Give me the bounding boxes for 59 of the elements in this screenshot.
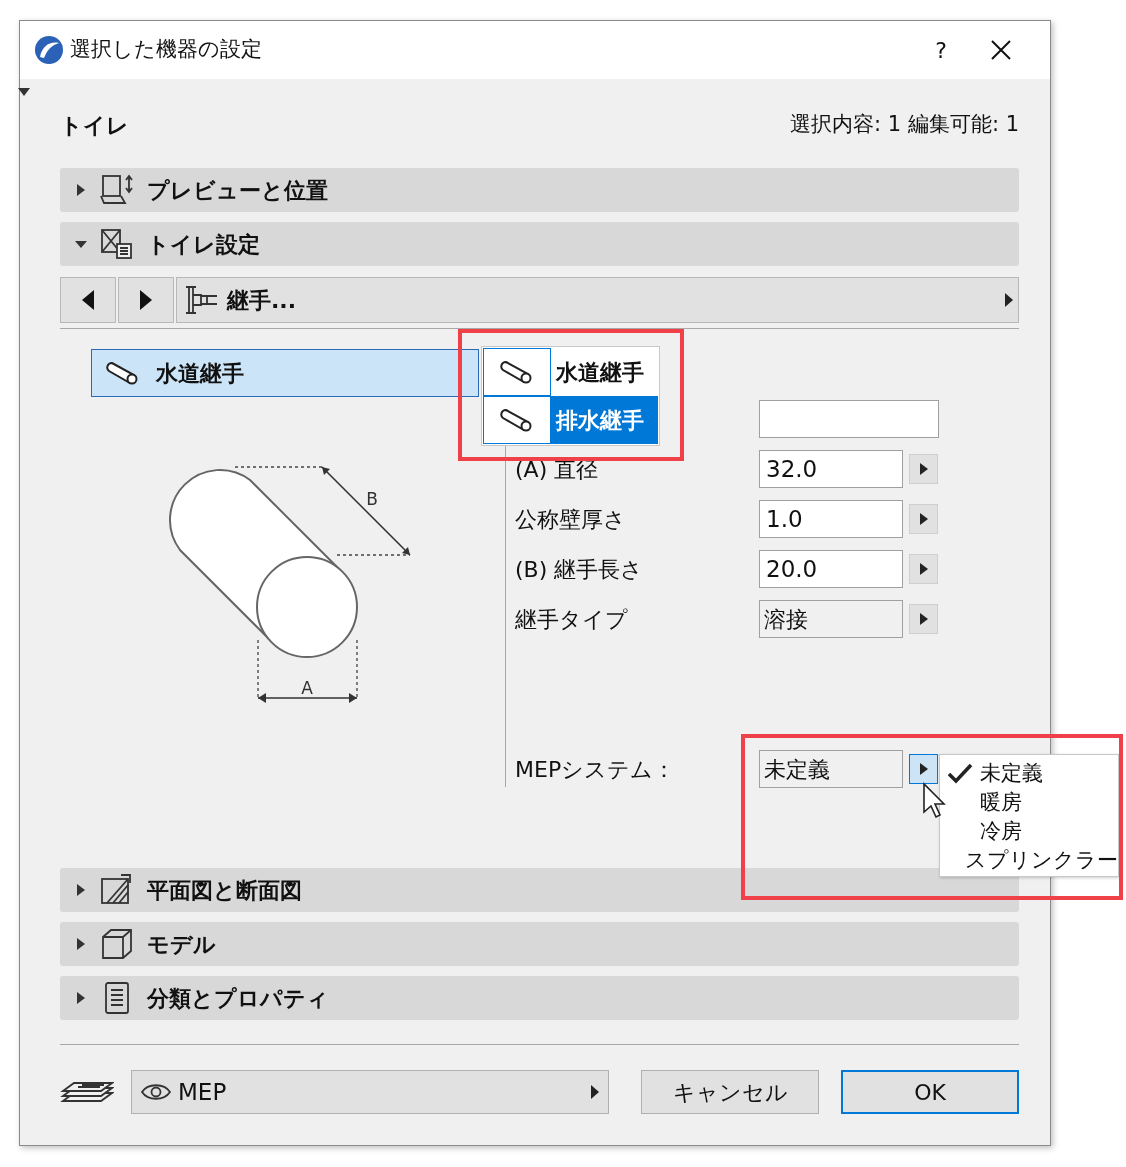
arrow-right-icon (918, 612, 929, 626)
parameter-field[interactable]: 20.0 (759, 550, 903, 588)
arrow-right-icon (590, 1084, 600, 1100)
eye-icon (140, 1082, 172, 1102)
parameter-label: 継手タイプ (515, 605, 629, 634)
help-button[interactable]: ? (916, 33, 966, 67)
collapse-arrow-icon[interactable] (18, 88, 30, 97)
previous-button[interactable] (60, 277, 116, 323)
section-header[interactable]: モデル (60, 922, 1019, 966)
next-button[interactable] (118, 277, 174, 323)
joint-type-selector[interactable]: 水道継手 (91, 349, 479, 397)
parameter-label: MEPシステム： (515, 755, 677, 784)
parameter-label: (B) 継手長さ (515, 555, 645, 584)
cube-icon (99, 927, 135, 961)
selection-info: 選択内容: 1 編集可能: 1 (790, 111, 1019, 139)
section-title: 分類とプロパティ (147, 984, 329, 1013)
menu-item[interactable]: 未定義 (940, 758, 1118, 787)
arrow-right-icon (1004, 292, 1014, 308)
mep-system-dropdown[interactable]: 未定義 (759, 750, 903, 788)
menu-item[interactable]: 暖房 (940, 787, 1118, 816)
cancel-button[interactable]: キャンセル (641, 1070, 819, 1114)
arrow-right-icon (918, 462, 929, 476)
arrow-left-icon (81, 289, 95, 311)
expand-arrow-icon[interactable] (75, 883, 87, 897)
pipe-icon (500, 407, 534, 433)
dimension-label: A (301, 678, 313, 698)
pipe-icon (500, 359, 534, 385)
menu-arrow-button[interactable] (909, 754, 938, 784)
section-header[interactable]: プレビューと位置 (60, 168, 1019, 212)
expand-arrow-icon[interactable] (75, 991, 87, 1005)
parameter-field[interactable]: 32.0 (759, 450, 903, 488)
layer-selector[interactable]: MEP (131, 1070, 609, 1114)
page-selector[interactable]: 継手... (176, 277, 1019, 323)
element-name: トイレ (60, 111, 129, 140)
section-title: プレビューと位置 (147, 176, 328, 205)
section-title: モデル (147, 930, 216, 959)
parameter-label: 公称壁厚さ (515, 505, 627, 534)
close-icon (990, 39, 1012, 61)
section-title: トイレ設定 (147, 230, 260, 259)
settings-icon (99, 227, 135, 261)
parameter-field[interactable]: 1.0 (759, 500, 903, 538)
ok-button[interactable]: OK (841, 1070, 1019, 1114)
pipe-icon (106, 360, 140, 386)
dimension-label: B (366, 489, 378, 509)
preview-icon (99, 173, 135, 207)
expand-arrow-icon[interactable] (75, 937, 87, 951)
section-header[interactable]: トイレ設定 (60, 222, 1019, 266)
arrow-right-icon (918, 562, 929, 576)
arrow-right-icon (918, 762, 929, 776)
expand-arrow-icon[interactable] (75, 183, 87, 197)
window-title: 選択した機器の設定 (70, 36, 262, 64)
arrow-right-icon (139, 289, 153, 311)
section-header[interactable]: 分類とプロパティ (60, 976, 1019, 1020)
section-title: 平面図と断面図 (147, 876, 302, 905)
name-field[interactable] (759, 400, 939, 438)
arrow-right-icon (918, 512, 929, 526)
app-logo-icon (34, 35, 64, 65)
parameter-dropdown[interactable]: 溶接 (759, 600, 903, 638)
menu-item[interactable]: 冷房 (940, 816, 1118, 845)
